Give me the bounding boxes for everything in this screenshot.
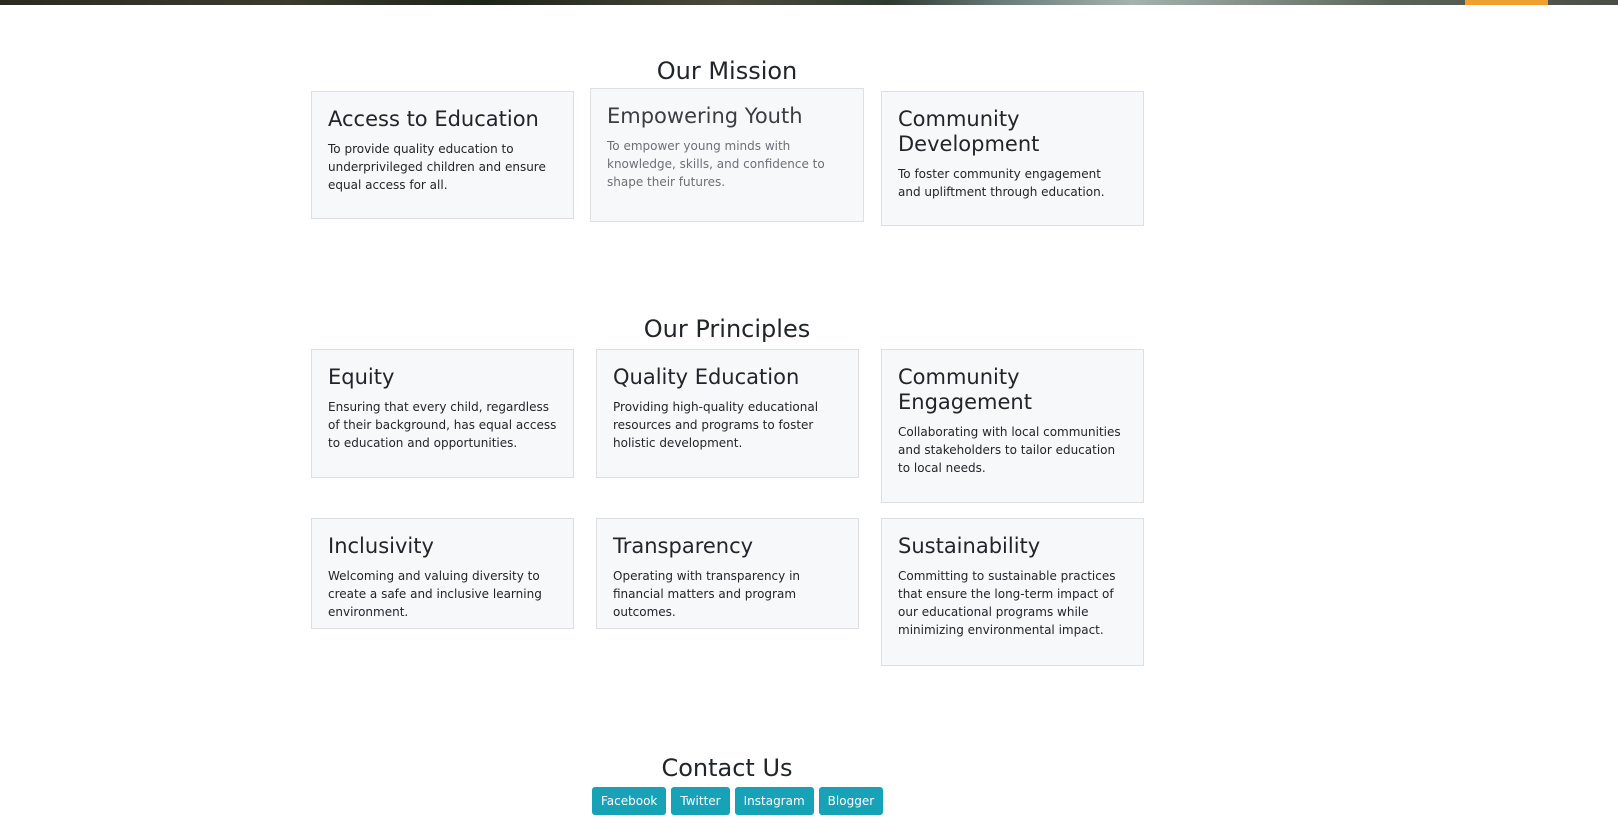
card-text: To empower young minds with knowledge, s… [607, 139, 825, 189]
principle-card-sustainability: Sustainability Committing to sustainable… [881, 518, 1144, 666]
card-title: Sustainability [898, 534, 1041, 558]
principles-section-title: Our Principles [643, 315, 811, 343]
card-title: Community Development [898, 107, 1040, 156]
card-text: Collaborating with local communities and… [898, 425, 1121, 475]
mission-card-community-development: Community Development To foster communit… [881, 91, 1144, 226]
card-text: To provide quality education to underpri… [328, 142, 546, 192]
card-title: Community Engagement [898, 365, 1032, 414]
card-title: Quality Education [613, 365, 800, 389]
blogger-button[interactable]: Blogger [818, 787, 884, 815]
card-title: Equity [328, 365, 395, 389]
card-text: Committing to sustainable practices that… [898, 569, 1116, 637]
principle-card-community-engagement: Community Engagement Collaborating with … [881, 349, 1144, 503]
mission-card-access-to-education: Access to Education To provide quality e… [311, 91, 574, 219]
card-title: Inclusivity [328, 534, 434, 558]
mission-card-empowering-youth: Empowering Youth To empower young minds … [590, 88, 864, 222]
hero-accent-button-edge[interactable] [1465, 0, 1548, 5]
social-links: Facebook Twitter Instagram Blogger [592, 787, 884, 815]
card-title: Empowering Youth [607, 104, 803, 128]
principle-card-inclusivity: Inclusivity Welcoming and valuing divers… [311, 518, 574, 629]
principle-card-transparency: Transparency Operating with transparency… [596, 518, 859, 629]
card-text: Providing high-quality educational resou… [613, 400, 819, 450]
hero-image-bottom-edge [0, 0, 1618, 5]
twitter-button[interactable]: Twitter [671, 787, 730, 815]
card-text: Welcoming and valuing diversity to creat… [328, 569, 542, 619]
instagram-button[interactable]: Instagram [734, 787, 814, 815]
card-text: To foster community engagement and uplif… [898, 167, 1105, 199]
card-text: Operating with transparency in financial… [613, 569, 801, 619]
card-title: Transparency [613, 534, 754, 558]
principle-card-quality-education: Quality Education Providing high-quality… [596, 349, 859, 478]
contact-section-title: Contact Us [661, 754, 793, 782]
principle-card-equity: Equity Ensuring that every child, regard… [311, 349, 574, 478]
card-title: Access to Education [328, 107, 539, 131]
facebook-button[interactable]: Facebook [592, 787, 667, 815]
mission-section-title: Our Mission [656, 57, 798, 85]
card-text: Ensuring that every child, regardless of… [328, 400, 557, 450]
